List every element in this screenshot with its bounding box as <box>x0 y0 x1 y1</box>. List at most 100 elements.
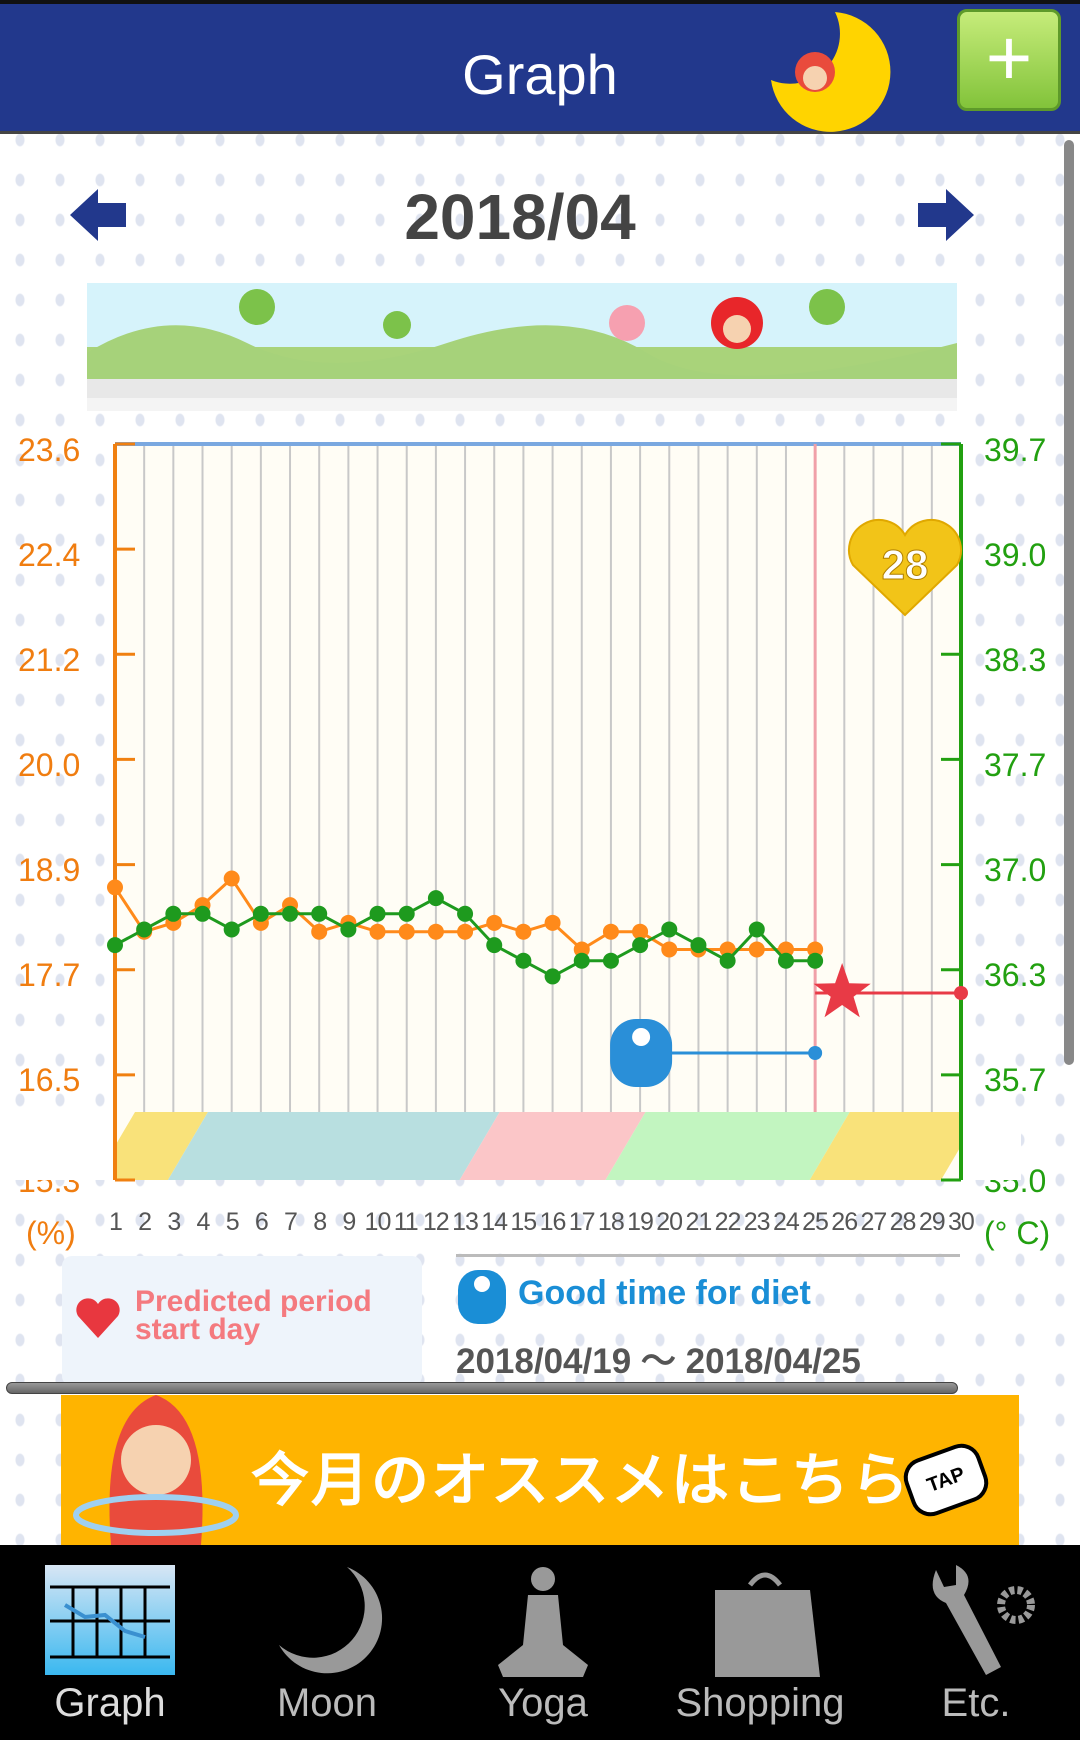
data-point-right <box>136 921 153 938</box>
tab-shopping[interactable]: Shopping <box>660 1545 860 1740</box>
data-point-left <box>602 923 619 940</box>
banner-text: 今月のオススメはこちら <box>251 1448 912 1513</box>
data-point-right <box>515 952 532 969</box>
x-tick-label: 8 <box>313 1208 327 1236</box>
x-tick-label: 11 <box>393 1208 419 1236</box>
x-tick-label: 28 <box>889 1208 917 1236</box>
x-tick-label: 21 <box>685 1208 712 1236</box>
cycle-chart[interactable]: 28 <box>0 0 1080 1260</box>
data-point-right <box>544 968 561 985</box>
x-tick-label: 3 <box>167 1208 181 1236</box>
data-point-right <box>398 905 415 922</box>
data-point-right <box>107 937 123 954</box>
data-point-left <box>311 923 328 940</box>
x-tick-label: 16 <box>539 1208 567 1236</box>
data-point-right <box>369 905 386 922</box>
data-point-right <box>252 905 269 922</box>
data-point-left <box>223 870 240 887</box>
tab-label: Moon <box>276 1681 378 1725</box>
x-tick-label: 6 <box>254 1208 269 1236</box>
yoga-icon <box>498 1567 588 1677</box>
x-tick-label: 7 <box>284 1208 298 1236</box>
x-tick-label: 5 <box>225 1208 240 1236</box>
data-point-right <box>165 905 182 922</box>
x-tick-label: 14 <box>481 1208 508 1236</box>
data-point-left <box>544 914 561 931</box>
horizontal-scrollbar[interactable] <box>6 1382 958 1394</box>
x-tick-label: 18 <box>597 1208 625 1236</box>
data-point-right <box>486 937 503 954</box>
data-point-left <box>107 879 123 896</box>
x-tick-label: 20 <box>656 1208 683 1236</box>
x-tick-label: 10 <box>364 1208 392 1236</box>
data-point-right <box>427 890 444 907</box>
data-point-right <box>223 921 240 938</box>
tab-yoga[interactable]: Yoga <box>443 1545 643 1740</box>
scale-dial <box>632 1028 651 1046</box>
girl-hula-hoop-icon <box>73 1395 239 1545</box>
tab-label: Graph <box>54 1681 166 1725</box>
legend-predicted-label: Predicted period start day <box>135 1285 372 1346</box>
x-tick-label: 17 <box>568 1208 596 1236</box>
tap-hand-icon: TAP <box>898 1438 994 1522</box>
wrench-gear-icon <box>932 1565 1035 1675</box>
moon-icon <box>279 1567 383 1674</box>
data-point-right <box>573 952 590 969</box>
x-tick-label: 23 <box>743 1208 771 1236</box>
x-tick-label: 29 <box>918 1208 946 1236</box>
tab-label: Yoga <box>498 1681 588 1725</box>
data-point-right <box>194 905 211 922</box>
data-point-left <box>515 923 532 940</box>
tab-label: Shopping <box>675 1681 845 1725</box>
data-point-right <box>690 937 707 954</box>
data-point-left <box>369 923 386 940</box>
bottom-tab-bar: Graph Moon Yoga Shopping Etc. <box>0 1545 1080 1740</box>
phase-band <box>167 1112 500 1180</box>
data-point-left <box>457 923 474 940</box>
data-point-left <box>661 941 678 958</box>
shopping-bag-icon <box>715 1572 820 1677</box>
x-tick-label: 9 <box>342 1208 356 1236</box>
x-tick-label: 4 <box>196 1208 211 1236</box>
x-tick-label: 27 <box>860 1208 887 1236</box>
mask <box>961 1112 1021 1180</box>
graph-icon <box>45 1565 175 1675</box>
data-point-right <box>311 905 328 922</box>
x-tick-label: 12 <box>422 1208 450 1236</box>
x-tick-label: 24 <box>772 1208 800 1236</box>
scale-icon <box>458 1270 506 1324</box>
x-tick-label: 13 <box>452 1208 479 1236</box>
tab-graph[interactable]: Graph <box>10 1545 210 1740</box>
phase-band <box>605 1112 850 1180</box>
plot-background <box>115 444 961 1180</box>
data-point-right <box>632 937 649 954</box>
data-point-right <box>807 952 824 969</box>
tab-etc[interactable]: Etc. <box>876 1545 1076 1740</box>
data-point-right <box>340 921 357 938</box>
x-tick-label: 15 <box>510 1208 537 1236</box>
data-point-left <box>748 941 765 958</box>
data-point-right <box>457 905 474 922</box>
data-point-right <box>719 952 736 969</box>
diet-date-range: 2018/04/19 ～ 2018/04/25 <box>456 1342 861 1381</box>
x-tick-label: 1 <box>109 1208 123 1236</box>
x-tick-label: 19 <box>627 1208 654 1236</box>
predicted-period-end <box>954 986 968 1000</box>
tab-label: Etc. <box>941 1681 1011 1725</box>
x-tick-label: 22 <box>714 1208 742 1236</box>
vertical-scrollbar[interactable] <box>1064 140 1074 1065</box>
data-point-right <box>661 921 678 938</box>
mask <box>0 1112 115 1180</box>
legend-diet-label: Good time for diet <box>518 1274 811 1312</box>
recommendation-banner[interactable]: 今月のオススメはこちら TAP <box>61 1395 1019 1545</box>
data-point-left <box>427 923 444 940</box>
data-point-right <box>748 921 765 938</box>
data-point-left <box>398 923 415 940</box>
data-point-left <box>486 914 503 931</box>
tab-moon[interactable]: Moon <box>227 1545 427 1740</box>
data-point-right <box>777 952 794 969</box>
tap-label: TAP <box>924 1463 968 1497</box>
data-point-right <box>282 905 299 922</box>
x-tick-label: 30 <box>948 1208 975 1236</box>
data-point-right <box>602 952 619 969</box>
